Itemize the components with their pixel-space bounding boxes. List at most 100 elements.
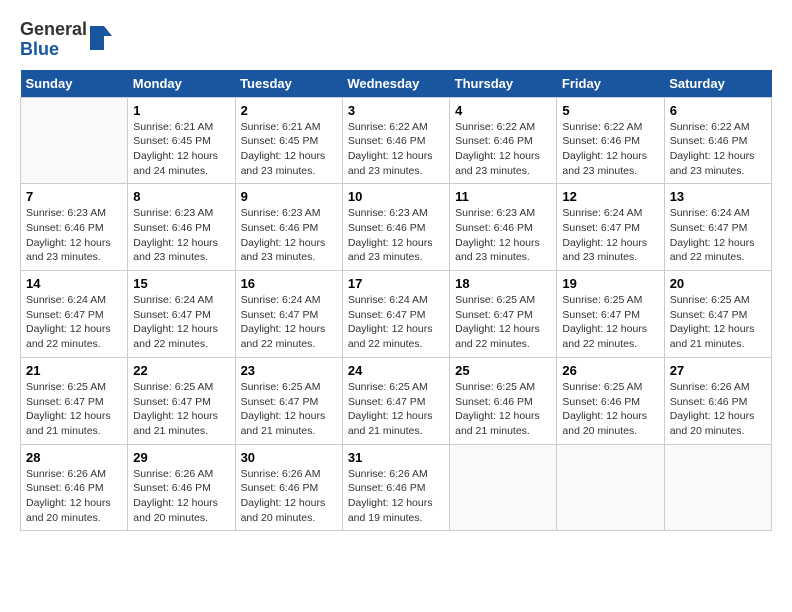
week-row-4: 28 Sunrise: 6:26 AMSunset: 6:46 PMDayligh…	[21, 444, 772, 531]
calendar-table: SundayMondayTuesdayWednesdayThursdayFrid…	[20, 70, 772, 532]
calendar-cell	[450, 444, 557, 531]
calendar-cell	[21, 97, 128, 184]
calendar-cell: 29 Sunrise: 6:26 AMSunset: 6:46 PMDayligh…	[128, 444, 235, 531]
calendar-cell: 16 Sunrise: 6:24 AMSunset: 6:47 PMDayligh…	[235, 271, 342, 358]
header-friday: Friday	[557, 70, 664, 98]
day-info: Sunrise: 6:24 AMSunset: 6:47 PMDaylight:…	[562, 206, 658, 265]
day-info: Sunrise: 6:24 AMSunset: 6:47 PMDaylight:…	[133, 293, 229, 352]
calendar-cell: 1Sunrise: 6:21 AMSunset: 6:45 PMDaylight…	[128, 97, 235, 184]
calendar-cell: 15 Sunrise: 6:24 AMSunset: 6:47 PMDayligh…	[128, 271, 235, 358]
calendar-cell: 22Sunrise: 6:25 AMSunset: 6:47 PMDayligh…	[128, 357, 235, 444]
day-info: Sunrise: 6:25 AMSunset: 6:47 PMDaylight:…	[455, 293, 551, 352]
day-info: Sunrise: 6:25 AMSunset: 6:47 PMDaylight:…	[670, 293, 766, 352]
calendar-cell: 20 Sunrise: 6:25 AMSunset: 6:47 PMDayligh…	[664, 271, 771, 358]
header-sunday: Sunday	[21, 70, 128, 98]
day-info: Sunrise: 6:23 AMSunset: 6:46 PMDaylight:…	[241, 206, 337, 265]
calendar-cell	[664, 444, 771, 531]
day-info: Sunrise: 6:25 AMSunset: 6:47 PMDaylight:…	[26, 380, 122, 439]
day-info: Sunrise: 6:25 AMSunset: 6:47 PMDaylight:…	[133, 380, 229, 439]
calendar-cell: 6Sunrise: 6:22 AMSunset: 6:46 PMDaylight…	[664, 97, 771, 184]
day-number: 15	[133, 276, 229, 291]
day-number: 3	[348, 103, 444, 118]
week-row-1: 7 Sunrise: 6:23 AMSunset: 6:46 PMDaylight…	[21, 184, 772, 271]
logo-general: General	[20, 20, 87, 40]
day-number: 27	[670, 363, 766, 378]
day-number: 14	[26, 276, 122, 291]
day-info: Sunrise: 6:24 AMSunset: 6:47 PMDaylight:…	[670, 206, 766, 265]
day-info: Sunrise: 6:26 AMSunset: 6:46 PMDaylight:…	[26, 467, 122, 526]
day-info: Sunrise: 6:23 AMSunset: 6:46 PMDaylight:…	[133, 206, 229, 265]
day-number: 25	[455, 363, 551, 378]
calendar-cell: 5 Sunrise: 6:22 AMSunset: 6:46 PMDaylight…	[557, 97, 664, 184]
day-number: 2	[241, 103, 337, 118]
day-info: Sunrise: 6:23 AMSunset: 6:46 PMDaylight:…	[348, 206, 444, 265]
calendar-cell: 31 Sunrise: 6:26 AMSunset: 6:46 PMDayligh…	[342, 444, 449, 531]
logo: General Blue	[20, 20, 112, 60]
day-number: 5	[562, 103, 658, 118]
calendar-cell: 24Sunrise: 6:25 AMSunset: 6:47 PMDayligh…	[342, 357, 449, 444]
day-number: 23	[241, 363, 337, 378]
calendar-cell: 8 Sunrise: 6:23 AMSunset: 6:46 PMDaylight…	[128, 184, 235, 271]
day-info: Sunrise: 6:26 AMSunset: 6:46 PMDaylight:…	[670, 380, 766, 439]
day-number: 10	[348, 189, 444, 204]
calendar-cell: 14 Sunrise: 6:24 AMSunset: 6:47 PMDayligh…	[21, 271, 128, 358]
week-row-0: 1Sunrise: 6:21 AMSunset: 6:45 PMDaylight…	[21, 97, 772, 184]
calendar-cell	[557, 444, 664, 531]
day-info: Sunrise: 6:25 AMSunset: 6:47 PMDaylight:…	[241, 380, 337, 439]
header-monday: Monday	[128, 70, 235, 98]
calendar-cell: 4Sunrise: 6:22 AMSunset: 6:46 PMDaylight…	[450, 97, 557, 184]
day-number: 26	[562, 363, 658, 378]
day-number: 13	[670, 189, 766, 204]
day-number: 20	[670, 276, 766, 291]
day-number: 16	[241, 276, 337, 291]
logo-text: General Blue	[20, 20, 87, 60]
day-info: Sunrise: 6:26 AMSunset: 6:46 PMDaylight:…	[133, 467, 229, 526]
calendar-cell: 13 Sunrise: 6:24 AMSunset: 6:47 PMDayligh…	[664, 184, 771, 271]
day-info: Sunrise: 6:25 AMSunset: 6:47 PMDaylight:…	[348, 380, 444, 439]
calendar-cell: 17Sunrise: 6:24 AMSunset: 6:47 PMDayligh…	[342, 271, 449, 358]
logo-icon	[90, 26, 112, 50]
calendar-cell: 27 Sunrise: 6:26 AMSunset: 6:46 PMDayligh…	[664, 357, 771, 444]
day-info: Sunrise: 6:26 AMSunset: 6:46 PMDaylight:…	[348, 467, 444, 526]
day-number: 29	[133, 450, 229, 465]
day-number: 11	[455, 189, 551, 204]
header-wednesday: Wednesday	[342, 70, 449, 98]
calendar-cell: 12 Sunrise: 6:24 AMSunset: 6:47 PMDayligh…	[557, 184, 664, 271]
calendar-cell: 19 Sunrise: 6:25 AMSunset: 6:47 PMDayligh…	[557, 271, 664, 358]
week-row-3: 21 Sunrise: 6:25 AMSunset: 6:47 PMDayligh…	[21, 357, 772, 444]
day-number: 19	[562, 276, 658, 291]
day-number: 6	[670, 103, 766, 118]
header-saturday: Saturday	[664, 70, 771, 98]
day-number: 12	[562, 189, 658, 204]
day-info: Sunrise: 6:23 AMSunset: 6:46 PMDaylight:…	[455, 206, 551, 265]
calendar-cell: 30Sunrise: 6:26 AMSunset: 6:46 PMDayligh…	[235, 444, 342, 531]
calendar-cell: 25Sunrise: 6:25 AMSunset: 6:46 PMDayligh…	[450, 357, 557, 444]
calendar-cell: 28 Sunrise: 6:26 AMSunset: 6:46 PMDayligh…	[21, 444, 128, 531]
page-header: General Blue	[20, 20, 772, 60]
calendar-cell: 10 Sunrise: 6:23 AMSunset: 6:46 PMDayligh…	[342, 184, 449, 271]
calendar-cell: 18 Sunrise: 6:25 AMSunset: 6:47 PMDayligh…	[450, 271, 557, 358]
logo-blue: Blue	[20, 40, 87, 60]
calendar-cell: 3Sunrise: 6:22 AMSunset: 6:46 PMDaylight…	[342, 97, 449, 184]
day-number: 28	[26, 450, 122, 465]
day-info: Sunrise: 6:22 AMSunset: 6:46 PMDaylight:…	[562, 120, 658, 179]
day-info: Sunrise: 6:23 AMSunset: 6:46 PMDaylight:…	[26, 206, 122, 265]
day-info: Sunrise: 6:24 AMSunset: 6:47 PMDaylight:…	[348, 293, 444, 352]
day-number: 8	[133, 189, 229, 204]
day-info: Sunrise: 6:21 AMSunset: 6:45 PMDaylight:…	[241, 120, 337, 179]
day-number: 31	[348, 450, 444, 465]
day-info: Sunrise: 6:22 AMSunset: 6:46 PMDaylight:…	[455, 120, 551, 179]
day-number: 7	[26, 189, 122, 204]
calendar-cell: 2 Sunrise: 6:21 AMSunset: 6:45 PMDaylight…	[235, 97, 342, 184]
day-info: Sunrise: 6:25 AMSunset: 6:46 PMDaylight:…	[562, 380, 658, 439]
day-number: 21	[26, 363, 122, 378]
day-info: Sunrise: 6:24 AMSunset: 6:47 PMDaylight:…	[26, 293, 122, 352]
calendar-cell: 26 Sunrise: 6:25 AMSunset: 6:46 PMDayligh…	[557, 357, 664, 444]
day-info: Sunrise: 6:21 AMSunset: 6:45 PMDaylight:…	[133, 120, 229, 179]
header-thursday: Thursday	[450, 70, 557, 98]
header-tuesday: Tuesday	[235, 70, 342, 98]
day-info: Sunrise: 6:24 AMSunset: 6:47 PMDaylight:…	[241, 293, 337, 352]
day-number: 18	[455, 276, 551, 291]
day-info: Sunrise: 6:25 AMSunset: 6:47 PMDaylight:…	[562, 293, 658, 352]
day-number: 9	[241, 189, 337, 204]
